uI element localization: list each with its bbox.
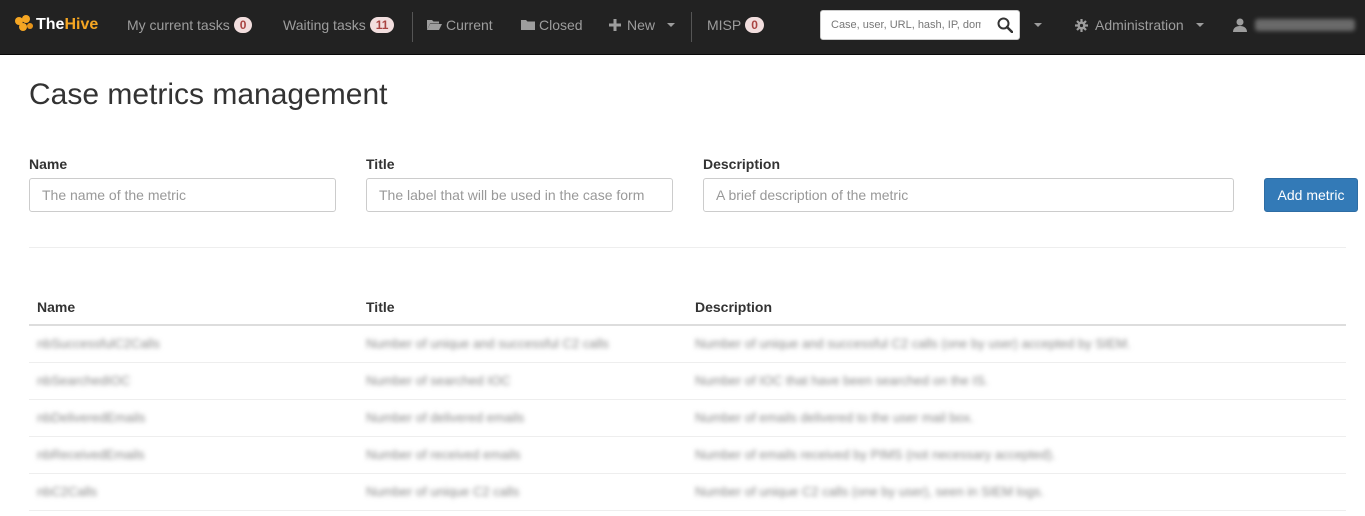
search-icon[interactable]	[997, 17, 1013, 33]
user-icon	[1233, 18, 1247, 32]
hive-logo-icon	[15, 15, 33, 31]
add-metric-button[interactable]: Add metric	[1264, 178, 1358, 212]
metric-title-cell: Number of unique and successful C2 calls	[366, 336, 609, 351]
metric-name-cell: nbReceivedEmails	[37, 447, 145, 462]
chevron-down-icon	[667, 23, 676, 27]
chevron-down-icon	[1034, 23, 1042, 27]
metric-description-cell: Number of emails received by PIMS (not n…	[695, 447, 1056, 462]
nav-separator	[412, 12, 413, 42]
metric-description-input[interactable]	[703, 178, 1234, 212]
global-search	[820, 10, 1020, 40]
name-field-label: Name	[29, 156, 68, 172]
nav-new-label: New	[627, 17, 656, 33]
metric-description-cell: Number of unique and successful C2 calls…	[695, 336, 1131, 351]
top-navbar: The Hive My current tasks 0 Waiting tasks…	[0, 0, 1365, 55]
misp-count-badge: 0	[745, 17, 764, 33]
nav-separator	[691, 12, 692, 42]
folder-icon	[521, 20, 535, 30]
metric-title-cell: Number of delivered emails	[366, 410, 525, 425]
nav-user-menu[interactable]	[1233, 0, 1355, 50]
search-options-dropdown[interactable]	[1034, 0, 1042, 50]
nav-current-cases[interactable]: Current	[427, 0, 493, 50]
metric-title-cell: Number of received emails	[366, 447, 521, 462]
brand-name-hive: Hive	[64, 16, 99, 33]
brand-name-the: The	[36, 16, 65, 33]
metric-description-cell: Number of IOC that have been searched on…	[695, 373, 989, 388]
section-divider	[29, 247, 1346, 248]
chevron-down-icon	[1195, 23, 1204, 27]
table-row[interactable]: nbSearchedIOC Number of searched IOC Num…	[29, 363, 1346, 400]
nav-my-current-tasks[interactable]: My current tasks 0	[127, 0, 253, 50]
metric-description-cell: Number of unique C2 calls (one by user),…	[695, 484, 1045, 499]
metric-description-cell: Number of emails delivered to the user m…	[695, 410, 974, 425]
nav-closed-cases[interactable]: Closed	[521, 0, 583, 50]
nav-administration-dropdown[interactable]: Administration	[1075, 0, 1204, 50]
nav-closed-label: Closed	[539, 17, 583, 33]
nav-misp-label: MISP	[707, 17, 742, 33]
table-row[interactable]: nbSuccessfulC2Calls Number of unique and…	[29, 326, 1346, 363]
my-tasks-count-badge: 0	[233, 17, 253, 33]
plus-icon	[609, 19, 621, 31]
user-name-blurred	[1255, 19, 1355, 31]
page-title: Case metrics management	[29, 78, 388, 111]
metric-name-cell: nbDeliveredEmails	[37, 410, 146, 425]
nav-administration-label: Administration	[1095, 17, 1184, 33]
nav-misp[interactable]: MISP 0	[707, 0, 764, 50]
column-header-name: Name	[37, 299, 76, 315]
metric-name-cell: nbSearchedIOC	[37, 373, 131, 388]
table-row[interactable]: nbReceivedEmails Number of received emai…	[29, 437, 1346, 474]
metric-title-cell: Number of searched IOC	[366, 373, 511, 388]
nav-my-current-tasks-label: My current tasks	[127, 17, 230, 33]
table-row[interactable]: nbC2Calls Number of unique C2 calls Numb…	[29, 474, 1346, 511]
metric-title-cell: Number of unique C2 calls	[366, 484, 520, 499]
title-field-label: Title	[366, 156, 395, 172]
metric-name-cell: nbSuccessfulC2Calls	[37, 336, 160, 351]
metric-name-cell: nbC2Calls	[37, 484, 97, 499]
brand-logo[interactable]: The Hive	[14, 0, 98, 50]
nav-waiting-tasks[interactable]: Waiting tasks 11	[283, 0, 395, 50]
nav-current-label: Current	[446, 17, 493, 33]
gear-icon	[1075, 18, 1088, 32]
nav-new-dropdown[interactable]: New	[609, 0, 676, 50]
search-input[interactable]	[821, 11, 991, 39]
metric-title-input[interactable]	[366, 178, 673, 212]
waiting-tasks-count-badge: 11	[369, 17, 395, 33]
column-header-title: Title	[366, 299, 395, 315]
metric-name-input[interactable]	[29, 178, 336, 212]
description-field-label: Description	[703, 156, 781, 172]
column-header-description: Description	[695, 299, 773, 315]
folder-open-icon	[427, 20, 442, 30]
nav-waiting-tasks-label: Waiting tasks	[283, 17, 366, 33]
table-row[interactable]: nbDeliveredEmails Number of delivered em…	[29, 400, 1346, 437]
